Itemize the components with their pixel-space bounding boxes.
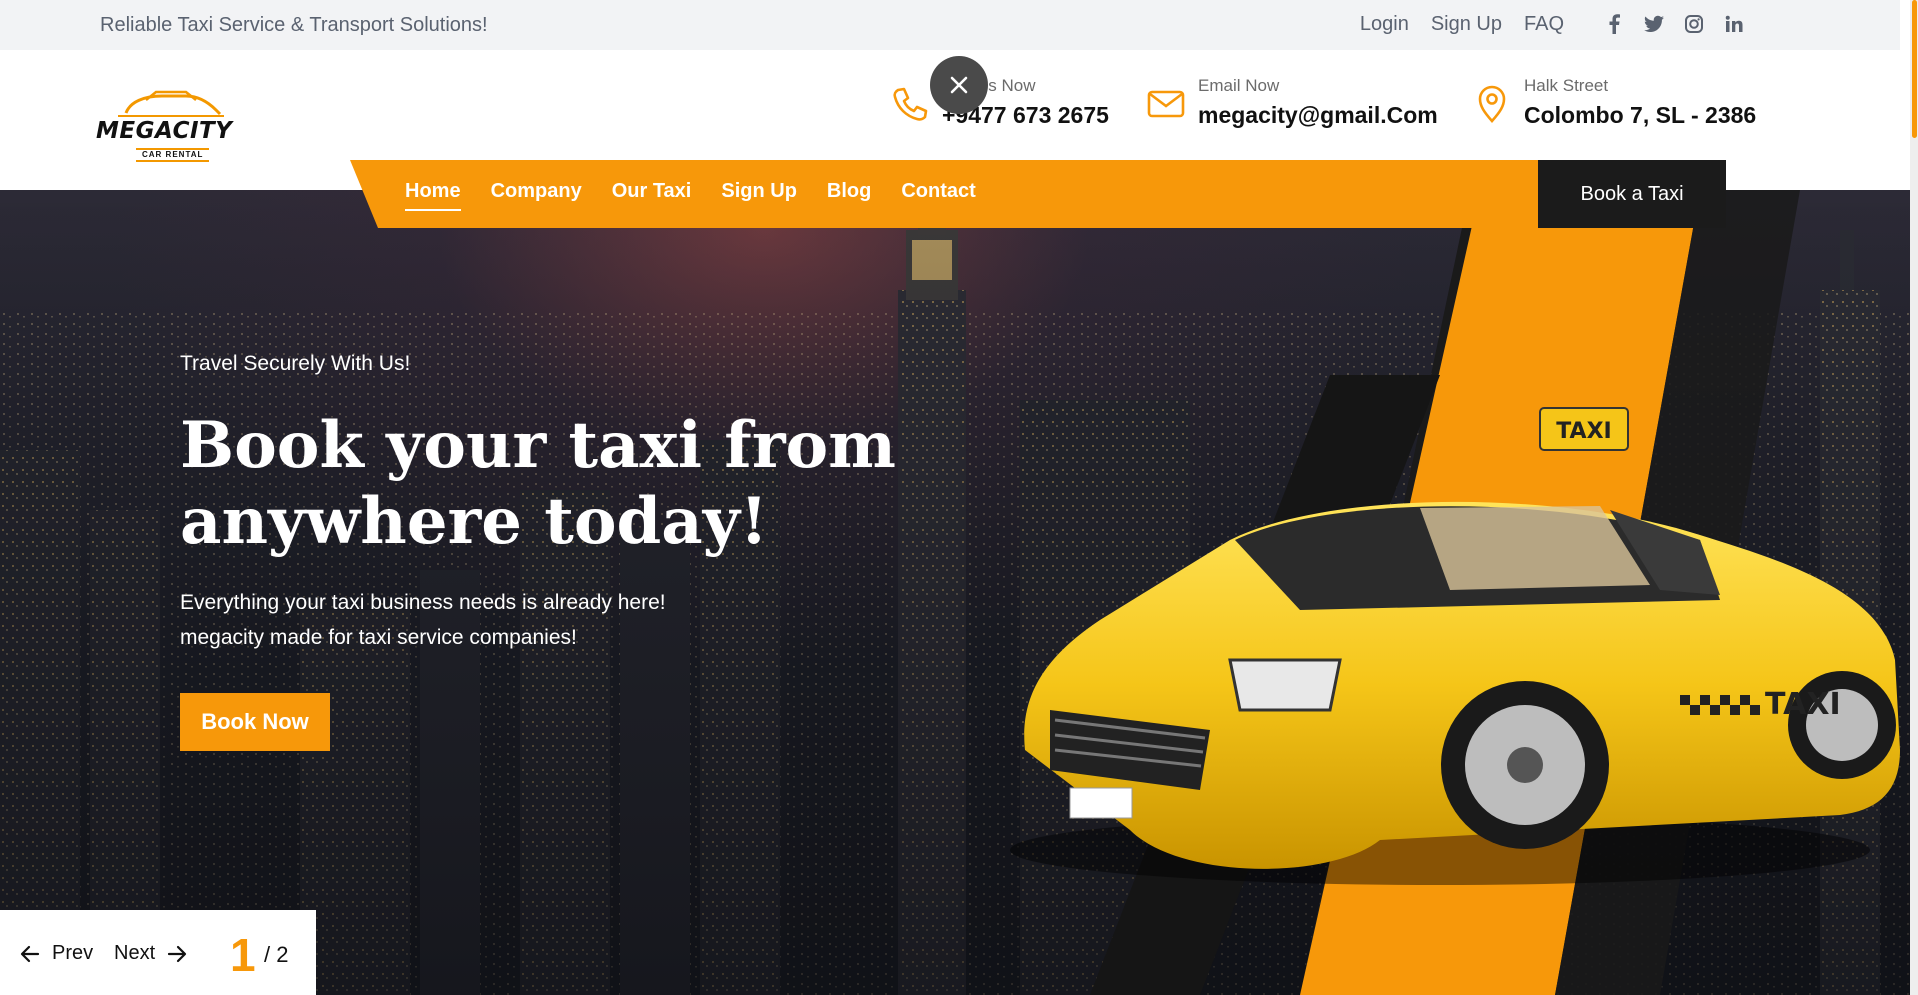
scrollbar-thumb[interactable] (1912, 0, 1917, 138)
email-label: Email Now (1198, 76, 1280, 95)
nav-item-blog[interactable]: Blog (827, 180, 871, 211)
close-icon (950, 76, 968, 94)
hero-subtitle: Travel Securely With Us! (180, 352, 411, 375)
logo-subtitle: CAR RENTAL (136, 148, 210, 162)
nav-item-sign-up[interactable]: Sign Up (721, 180, 797, 211)
address-label: Halk Street (1524, 76, 1609, 95)
tagline: Reliable Taxi Service & Transport Soluti… (100, 14, 488, 36)
hero-headline-line-1: Book your taxi from (180, 408, 896, 483)
arrow-left-icon (20, 945, 40, 962)
top-bar: Reliable Taxi Service & Transport Soluti… (0, 0, 1900, 50)
book-now-button[interactable]: Book Now (180, 693, 330, 751)
nav-item-contact[interactable]: Contact (901, 180, 975, 211)
nav-list: Home Company Our Taxi Sign Up Blog Conta… (405, 180, 1006, 211)
slider-controls: Prev Next 1 / 2 (0, 910, 316, 995)
hero-description: Everything your taxi business needs is a… (180, 585, 780, 655)
next-button[interactable]: Next (114, 942, 187, 965)
hero-headline-line-2: anywhere today! (180, 484, 768, 559)
roof-sign-text: TAXI (1556, 419, 1611, 444)
page-root: Reliable Taxi Service & Transport Soluti… (0, 0, 1918, 995)
address-value: Colombo 7, SL - 2386 (1524, 102, 1757, 128)
slide-current-number: 1 (230, 929, 256, 981)
linkedin-icon[interactable] (1722, 12, 1746, 36)
close-button[interactable] (930, 56, 988, 114)
logo[interactable]: MEGACITY CAR RENTAL (96, 88, 246, 162)
instagram-icon[interactable] (1682, 12, 1706, 36)
email-value[interactable]: megacity@gmail.Com (1198, 102, 1438, 129)
contact-email: Email Now megacity@gmail.Com (1146, 76, 1438, 129)
facebook-icon[interactable] (1602, 12, 1626, 36)
faq-link[interactable]: FAQ (1524, 13, 1564, 36)
logo-car-icon (118, 90, 224, 117)
twitter-icon[interactable] (1642, 12, 1666, 36)
signup-link[interactable]: Sign Up (1431, 13, 1502, 36)
contact-address: Halk Street Colombo 7, SL - 2386 (1472, 76, 1756, 129)
slide-total: / 2 (264, 942, 289, 967)
social-links (1586, 12, 1746, 36)
phone-icon (893, 87, 928, 121)
hero-section: TAXI TAXI Travel Securely With Us! Book … (0, 190, 1910, 995)
top-links: Login Sign Up FAQ (1338, 12, 1746, 36)
location-pin-icon (1478, 85, 1506, 123)
main-nav: Home Company Our Taxi Sign Up Blog Conta… (350, 160, 1540, 228)
next-label: Next (114, 942, 156, 964)
page-scrollbar[interactable] (1910, 0, 1918, 995)
contact-phone: Call Us Now +9477 673 2675 (890, 76, 1109, 129)
nav-item-our-taxi[interactable]: Our Taxi (612, 180, 692, 211)
book-taxi-button[interactable]: Book a Taxi (1538, 160, 1726, 228)
door-taxi-text: TAXI (1765, 687, 1841, 722)
arrow-right-icon (168, 945, 187, 962)
hero-description-line-2: megacity made for taxi service companies… (180, 626, 577, 649)
nav-item-home[interactable]: Home (405, 180, 461, 211)
mail-icon (1147, 90, 1185, 118)
login-link[interactable]: Login (1360, 13, 1409, 36)
hero-description-line-1: Everything your taxi business needs is a… (180, 591, 666, 614)
logo-name: MEGACITY (96, 118, 233, 144)
nav-item-company[interactable]: Company (491, 180, 582, 211)
prev-button[interactable]: Prev (20, 942, 93, 965)
hero-headline: Book your taxi from anywhere today! (180, 408, 940, 560)
prev-label: Prev (52, 942, 94, 964)
